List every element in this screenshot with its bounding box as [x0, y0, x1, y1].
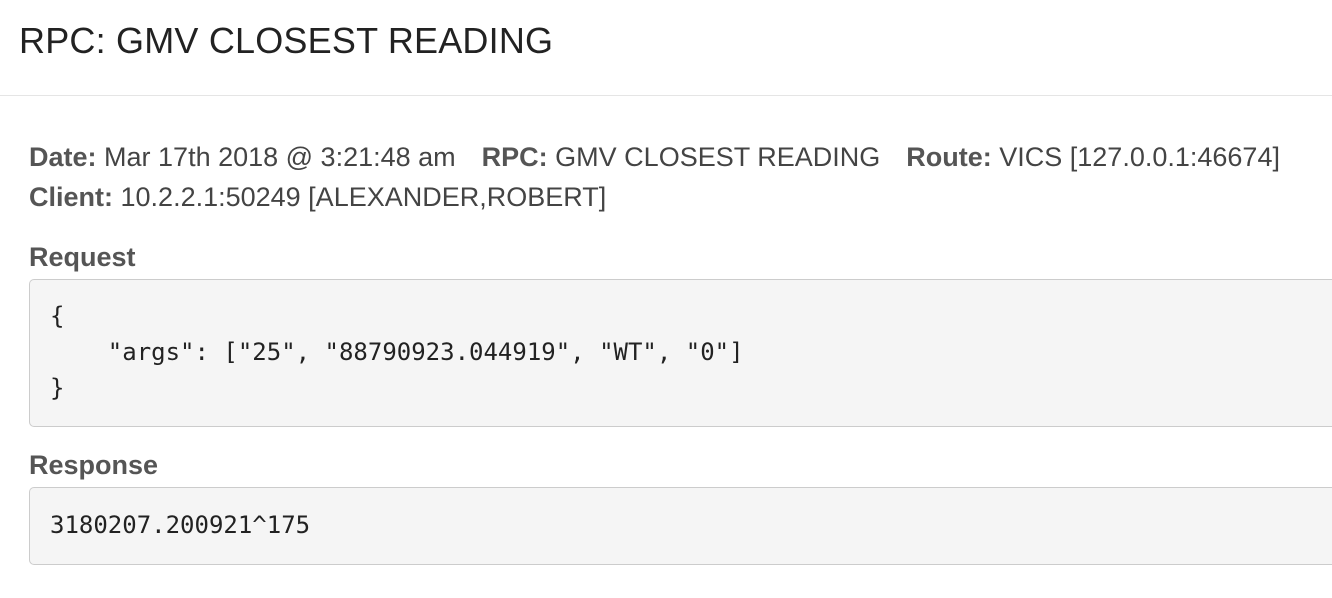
- response-label: Response: [29, 450, 159, 480]
- request-label: Request: [29, 242, 136, 272]
- meta-line-primary: Date: Mar 17th 2018 @ 3:21:48 am RPC: GMV…: [29, 137, 1332, 177]
- rpc-detail-page: RPC: GMV CLOSEST READING Date: Mar 17th …: [0, 0, 1332, 598]
- meta-route: Route: VICS [127.0.0.1:46674]: [906, 137, 1280, 177]
- page-title: RPC: GMV CLOSEST READING: [19, 20, 554, 61]
- meta-date: Date: Mar 17th 2018 @ 3:21:48 am: [29, 137, 456, 177]
- meta-rpc-key: RPC:: [481, 142, 548, 172]
- request-code-block[interactable]: { "args": ["25", "88790923.044919", "WT"…: [29, 279, 1332, 427]
- rpc-detail-body: Date: Mar 17th 2018 @ 3:21:48 am RPC: GMV…: [0, 96, 1332, 565]
- meta-rpc-value: GMV CLOSEST READING: [555, 142, 881, 172]
- page-header: RPC: GMV CLOSEST READING: [0, 0, 1332, 96]
- meta-rpc: RPC: GMV CLOSEST READING: [482, 137, 881, 177]
- meta-client-key: Client:: [29, 182, 113, 212]
- meta-route-value: VICS [127.0.0.1:46674]: [999, 142, 1280, 172]
- meta-date-value: Mar 17th 2018 @ 3:21:48 am: [104, 142, 456, 172]
- meta-line-client: Client: 10.2.2.1:50249 [ALEXANDER,ROBERT…: [29, 177, 1332, 217]
- meta-date-key: Date:: [29, 142, 97, 172]
- meta-route-key: Route:: [906, 142, 992, 172]
- response-code-block[interactable]: 3180207.200921^175: [29, 487, 1332, 565]
- meta-client-value: 10.2.2.1:50249 [ALEXANDER,ROBERT]: [120, 182, 607, 212]
